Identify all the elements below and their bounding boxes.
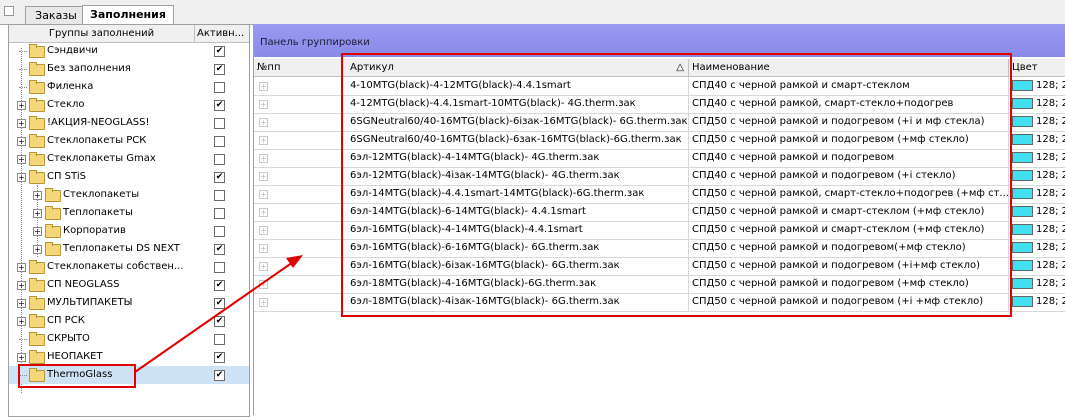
pointer-arrow (134, 255, 303, 373)
